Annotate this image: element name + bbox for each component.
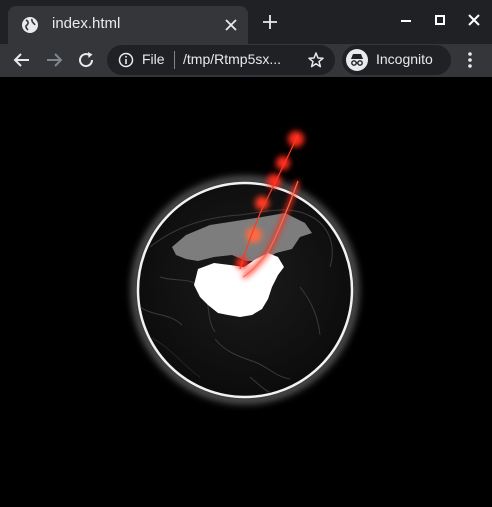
forward-arrow-icon[interactable] bbox=[44, 50, 64, 70]
tab-title: index.html bbox=[52, 15, 121, 32]
plus-icon[interactable] bbox=[262, 14, 278, 30]
address-separator bbox=[174, 51, 175, 69]
minimize-icon[interactable] bbox=[396, 10, 416, 30]
globe-visualization[interactable] bbox=[0, 77, 492, 507]
address-url[interactable]: /tmp/Rtmp5sx... bbox=[183, 51, 281, 67]
back-arrow-icon[interactable] bbox=[12, 50, 32, 70]
tab-strip: index.html bbox=[0, 0, 492, 44]
reload-icon[interactable] bbox=[76, 50, 96, 70]
toolbar: File /tmp/Rtmp5sx... Incognito bbox=[0, 44, 492, 77]
incognito-label: Incognito bbox=[376, 51, 433, 67]
info-icon[interactable] bbox=[118, 52, 134, 68]
address-scheme: File bbox=[142, 51, 165, 67]
tab-active[interactable]: index.html bbox=[8, 6, 248, 44]
kebab-menu-icon[interactable] bbox=[460, 50, 480, 70]
star-icon[interactable] bbox=[307, 51, 325, 69]
globe-icon bbox=[22, 17, 38, 33]
incognito-badge[interactable]: Incognito bbox=[342, 45, 451, 75]
address-bar[interactable]: File /tmp/Rtmp5sx... bbox=[107, 45, 335, 75]
page-viewport bbox=[0, 77, 492, 507]
incognito-icon bbox=[346, 49, 368, 71]
close-icon[interactable] bbox=[224, 18, 238, 32]
close-window-icon[interactable] bbox=[464, 10, 484, 30]
maximize-icon[interactable] bbox=[430, 10, 450, 30]
